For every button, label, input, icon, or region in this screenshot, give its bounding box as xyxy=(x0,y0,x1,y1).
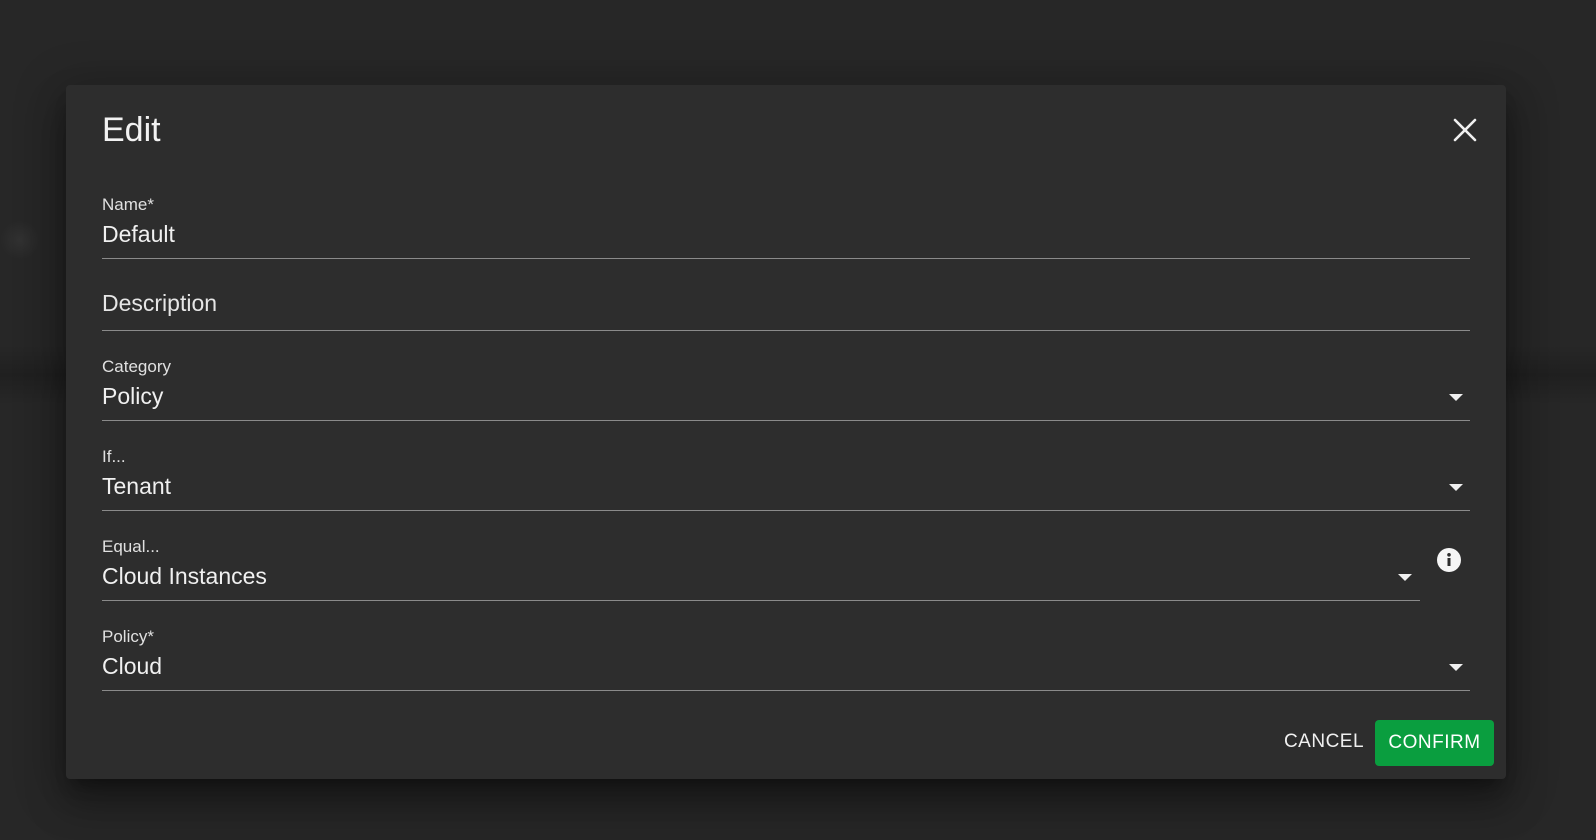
dialog-title: Edit xyxy=(102,111,161,149)
description-field[interactable]: Description xyxy=(102,290,1470,345)
if-value: Tenant xyxy=(102,473,172,499)
chevron-down-icon[interactable] xyxy=(1449,664,1463,671)
equal-label: Equal... xyxy=(102,537,160,556)
close-icon xyxy=(1453,118,1477,142)
close-button[interactable] xyxy=(1446,111,1486,151)
name-label: Name* xyxy=(102,195,154,214)
chevron-down-icon[interactable] xyxy=(1449,394,1463,401)
if-select[interactable]: If... Tenant xyxy=(102,447,1470,527)
info-icon[interactable] xyxy=(1436,547,1462,573)
confirm-button[interactable]: CONFIRM xyxy=(1375,720,1494,766)
if-label: If... xyxy=(102,447,126,466)
policy-value: Cloud xyxy=(102,653,163,679)
description-input[interactable]: Description xyxy=(102,290,217,317)
category-label: Category xyxy=(102,357,171,376)
category-underline xyxy=(102,420,1470,421)
name-field[interactable]: Name* Default xyxy=(102,195,1470,265)
chevron-down-icon[interactable] xyxy=(1398,574,1412,581)
category-select[interactable]: Category Policy xyxy=(102,357,1470,437)
chevron-down-icon[interactable] xyxy=(1449,484,1463,491)
backdrop-blur-spot xyxy=(0,220,40,260)
policy-label: Policy* xyxy=(102,627,154,646)
policy-underline xyxy=(102,690,1470,691)
equal-select[interactable]: Equal... Cloud Instances xyxy=(102,537,1420,617)
category-value: Policy xyxy=(102,383,164,409)
name-underline xyxy=(102,258,1470,259)
name-input[interactable]: Default xyxy=(102,221,175,248)
cancel-button[interactable]: CANCEL xyxy=(1269,720,1379,764)
policy-select[interactable]: Policy* Cloud xyxy=(102,627,1470,707)
edit-dialog: Edit Name* Default Description Category … xyxy=(66,85,1506,779)
equal-underline xyxy=(102,600,1420,601)
description-underline xyxy=(102,330,1470,331)
equal-value: Cloud Instances xyxy=(102,563,267,589)
if-underline xyxy=(102,510,1470,511)
